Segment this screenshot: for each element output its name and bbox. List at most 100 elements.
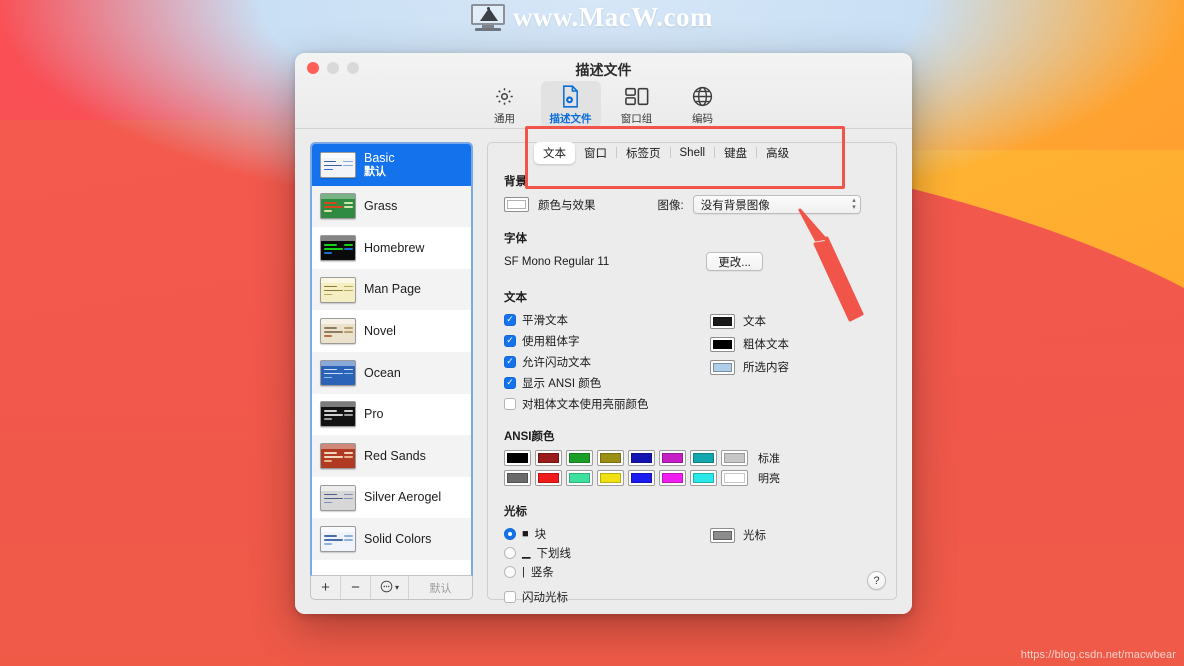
selection-color-swatch[interactable] (710, 359, 735, 375)
profile-item-novel[interactable]: Novel (312, 310, 471, 352)
profiles-list[interactable]: Basic 默认 Grass Homebrew Man Page Novel O… (310, 142, 473, 576)
profile-name: Basic (364, 151, 395, 166)
cursor-color-column: 光标 (710, 525, 766, 605)
radio-cursor-block[interactable]: ■ 块 (504, 525, 710, 542)
checkbox-label: 允许闪动文本 (522, 356, 591, 369)
ansi-swatch[interactable] (628, 450, 655, 466)
toolbar-item-profiles[interactable]: 描述文件 (540, 81, 601, 128)
ansi-swatch[interactable] (690, 470, 717, 486)
ansi-swatch[interactable] (566, 450, 593, 466)
profile-text: Homebrew (364, 241, 424, 255)
toolbar-item-encodings[interactable]: 编码 (673, 81, 733, 128)
profile-thumbnail (320, 442, 356, 469)
profile-actions-button[interactable]: ▾ (371, 576, 409, 599)
background-color-swatch[interactable] (504, 197, 529, 212)
ansi-swatch[interactable] (566, 470, 593, 486)
cursor-glyph-underline: ▁ (522, 547, 531, 559)
settings-tabbar[interactable]: 文本 窗口 标签页 Shell 键盘 高级 (532, 141, 800, 164)
profile-thumbnail (320, 151, 356, 178)
profile-item-silver-aerogel[interactable]: Silver Aerogel (312, 477, 471, 519)
font-value: SF Mono Regular 11 (504, 255, 610, 268)
section-title-cursor: 光标 (504, 506, 527, 518)
preferences-window: 描述文件 通用 描述文件 窗口组 编码 Basic 默认 Grass Homeb… (295, 53, 912, 614)
ansi-swatch[interactable] (721, 470, 748, 486)
color-row-text: 文本 (710, 313, 789, 329)
radio-cursor-vertical-bar[interactable]: | 竖条 (504, 563, 710, 580)
ansi-swatch[interactable] (690, 450, 717, 466)
sidebar-toolbar: + − ▾ 默认 (310, 576, 473, 600)
checkbox-use-bold-fonts[interactable]: ✓ 使用粗体字 (504, 332, 710, 349)
profile-thumbnail (320, 234, 356, 261)
background-image-label: 图像: (657, 199, 684, 212)
tab-tab-page[interactable]: 标签页 (617, 142, 670, 164)
ansi-swatch[interactable] (597, 450, 624, 466)
checkbox-label: 对粗体文本使用亮丽颜色 (522, 398, 649, 411)
window-toolbar: 通用 描述文件 窗口组 编码 (295, 81, 912, 128)
bold-text-color-swatch[interactable] (710, 336, 735, 352)
remove-profile-button[interactable]: − (341, 576, 371, 599)
tab-advanced[interactable]: 高级 (757, 142, 798, 164)
help-button[interactable]: ? (867, 571, 886, 590)
chevron-down-icon: ▾ (394, 583, 399, 592)
radio-cursor-underline[interactable]: ▁ 下划线 (504, 544, 710, 561)
profile-item-homebrew[interactable]: Homebrew (312, 227, 471, 269)
toolbar-label-window-groups: 窗口组 (620, 113, 653, 125)
bold-text-color-label: 粗体文本 (743, 339, 789, 351)
profile-name: Homebrew (364, 240, 425, 255)
profile-text: Red Sands (364, 449, 426, 463)
cursor-color-swatch[interactable] (710, 527, 735, 543)
ansi-swatch[interactable] (504, 470, 531, 486)
profile-text: Basic 默认 (364, 151, 395, 178)
set-default-button[interactable]: 默认 (409, 576, 472, 599)
toolbar-item-general[interactable]: 通用 (475, 81, 535, 128)
profile-item-ocean[interactable]: Ocean (312, 351, 471, 394)
ansi-swatch[interactable] (597, 470, 624, 486)
profile-thumbnail (320, 359, 356, 386)
section-title-font: 字体 (504, 233, 527, 245)
ansi-swatch[interactable] (504, 450, 531, 466)
checkbox-antialias-text[interactable]: ✓ 平滑文本 (504, 311, 710, 328)
window-title: 描述文件 (575, 62, 632, 78)
tab-text[interactable]: 文本 (534, 141, 575, 164)
cursor-glyph-block: ■ (522, 527, 529, 540)
checkbox-box: ✓ (504, 334, 516, 347)
profile-item-red-sands[interactable]: Red Sands (312, 435, 471, 477)
checkbox-label: 使用粗体字 (522, 335, 580, 348)
radio-dot (504, 527, 516, 540)
background-image-select[interactable]: 没有背景图像 ▴ ▾ (692, 195, 861, 214)
background-image-value: 没有背景图像 (700, 199, 770, 212)
checkbox-allow-blinking-text[interactable]: ✓ 允许闪动文本 (504, 353, 710, 370)
ansi-swatch[interactable] (659, 470, 686, 486)
text-color-swatch[interactable] (710, 313, 735, 329)
checkbox-label: 闪动光标 (522, 591, 568, 604)
profile-item-pro[interactable]: Pro (312, 394, 471, 436)
ansi-swatch[interactable] (535, 470, 562, 486)
tab-window[interactable]: 窗口 (575, 142, 616, 164)
profile-item-solid-colors[interactable]: Solid Colors (312, 518, 471, 560)
tab-shell[interactable]: Shell (671, 144, 715, 162)
profile-thumbnail (320, 276, 356, 303)
toolbar-item-window-groups[interactable]: 窗口组 (607, 81, 667, 128)
checkbox-blinking-cursor[interactable]: 闪动光标 (504, 588, 710, 605)
profile-item-man-page[interactable]: Man Page (312, 268, 471, 311)
profile-thumbnail (320, 484, 356, 511)
radio-label: 下划线 (536, 547, 571, 560)
tab-keyboard[interactable]: 键盘 (715, 142, 756, 164)
radio-dot (504, 565, 516, 578)
checkbox-display-ansi-colors[interactable]: ✓ 显示 ANSI 颜色 (504, 374, 710, 391)
ansi-swatch[interactable] (721, 450, 748, 466)
checkbox-bright-colors-for-bold[interactable]: 对粗体文本使用亮丽颜色 (504, 395, 710, 412)
section-title-background: 背景 (504, 176, 527, 188)
profile-item-grass[interactable]: Grass (312, 185, 471, 228)
selection-color-label: 所选内容 (743, 362, 789, 374)
text-options-column: ✓ 平滑文本 ✓ 使用粗体字 ✓ 允许闪动文本 ✓ 显示 ANSI 颜色 对粗体… (504, 311, 710, 412)
profile-item-basic[interactable]: Basic 默认 (312, 144, 471, 186)
watermark-bottom-url: https://blog.csdn.net/macwbear (1020, 649, 1176, 661)
ansi-swatch[interactable] (628, 470, 655, 486)
ansi-swatch[interactable] (535, 450, 562, 466)
change-font-button[interactable]: 更改... (706, 252, 763, 271)
ansi-swatch[interactable] (659, 450, 686, 466)
color-row-bold-text: 粗体文本 (710, 336, 789, 352)
add-profile-button[interactable]: + (311, 576, 341, 599)
watermark-text: www.MacW.com (513, 2, 713, 32)
